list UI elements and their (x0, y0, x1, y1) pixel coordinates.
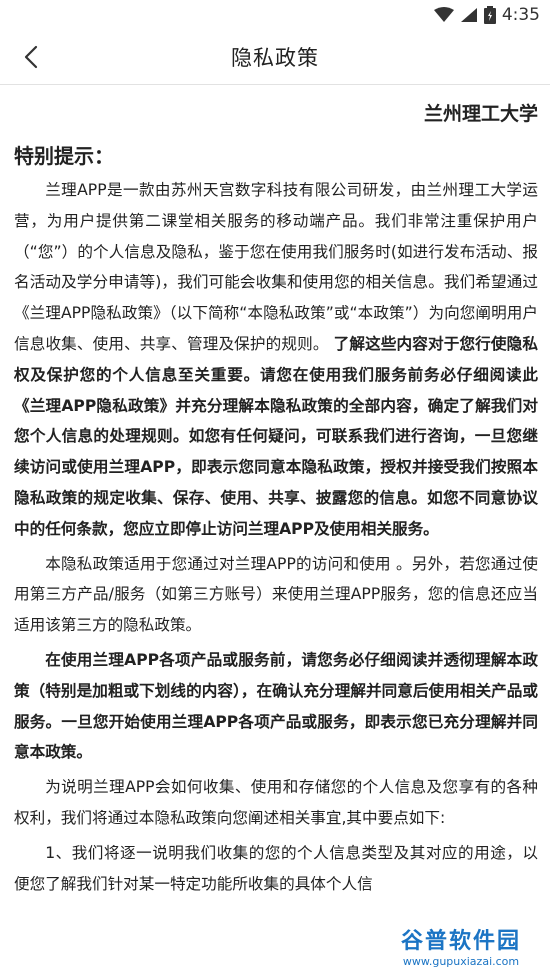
intro-paragraph: 兰理APP是一款由苏州天宫数字科技有限公司研发，由兰州理工大学运营，为用户提供第… (14, 175, 538, 545)
point-one-paragraph: 1、我们将逐一说明我们收集的您的个人信息类型及其对应的用途，以便您了解我们针对某… (14, 843, 538, 893)
policy-content: 兰州理工大学 特别提示： 兰理APP是一款由苏州天宫数字科技有限公司研发，由兰州… (0, 99, 550, 899)
intro-bold-text: 了解这些内容对于您行使隐私权及保护您的个人信息至关重要。请您在使用我们服务前务必… (14, 334, 538, 538)
battery-icon (483, 6, 496, 24)
watermark-name: 谷普软件园 (400, 929, 521, 954)
organization-name: 兰州理工大学 (423, 103, 538, 125)
status-time: 4:35 (501, 5, 540, 25)
wifi-icon (433, 7, 454, 23)
special-notice-title: 特别提示： (14, 144, 114, 168)
consent-paragraph: 在使用兰理APP各项产品或服务前，请您务必仔细阅读并透彻理解本政策（特别是加粗或… (14, 650, 538, 762)
chevron-left-icon (24, 45, 38, 69)
back-button[interactable] (14, 40, 48, 74)
signal-icon (460, 7, 478, 23)
intro-text: 兰理APP是一款由苏州天宫数字科技有限公司研发，由兰州理工大学运营，为用户提供第… (14, 181, 538, 353)
summary-paragraph: 为说明兰理APP会如何收集、使用和存储您的个人信息及您享有的各种权利，我们将通过… (14, 778, 538, 827)
site-watermark: 谷普软件园 www.gupuxiazai.com (376, 926, 546, 972)
app-bar: 隐私政策 (0, 30, 550, 85)
scope-paragraph: 本隐私政策适用于您通过对兰理APP的访问和使用 。另外，若您通过使用第三方产品/… (14, 554, 538, 635)
status-bar: 4:35 (0, 0, 550, 30)
watermark-url: www.gupuxiazai.com (402, 955, 520, 968)
page-title: 隐私政策 (231, 46, 319, 70)
